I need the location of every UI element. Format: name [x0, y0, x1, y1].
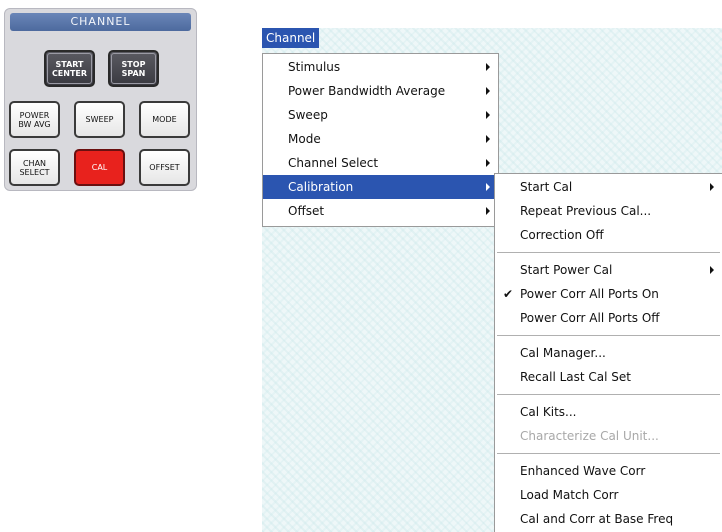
submenu-arrow-icon: [710, 183, 714, 191]
menu-item-label: Power Corr All Ports On: [520, 287, 659, 301]
menu-item-label: Characterize Cal Unit...: [520, 429, 659, 443]
menu-item-label: Offset: [288, 204, 325, 218]
cal-button[interactable]: CAL: [74, 149, 125, 186]
menu-item-characterize-cal-unit: Characterize Cal Unit...: [495, 424, 722, 448]
menu-separator: [497, 394, 720, 395]
menu-item-power-corr-all-ports-off[interactable]: Power Corr All Ports Off: [495, 306, 722, 330]
power-bw-avg-button[interactable]: POWER BW AVG: [9, 101, 60, 138]
mode-button[interactable]: MODE: [139, 101, 190, 138]
menu-item-label: Cal Manager...: [520, 346, 606, 360]
menu-separator: [497, 335, 720, 336]
menu-item-label: Repeat Previous Cal...: [520, 204, 652, 218]
channel-menu: Stimulus Power Bandwidth Average Sweep M…: [262, 53, 499, 227]
menu-item-label: Stimulus: [288, 60, 341, 74]
menu-item-correction-off[interactable]: Correction Off: [495, 223, 722, 247]
panel-title: CHANNEL: [10, 13, 191, 31]
menu-item-offset[interactable]: Offset: [263, 199, 498, 223]
menu-item-label: Cal Kits...: [520, 405, 577, 419]
menu-item-start-cal[interactable]: Start Cal: [495, 175, 722, 199]
menu-item-enhanced-wave-corr[interactable]: Enhanced Wave Corr: [495, 459, 722, 483]
submenu-arrow-icon: [486, 207, 490, 215]
menu-item-power-corr-all-ports-on[interactable]: ✔ Power Corr All Ports On: [495, 282, 722, 306]
menu-item-label: Start Power Cal: [520, 263, 613, 277]
submenu-arrow-icon: [486, 183, 490, 191]
sweep-button[interactable]: SWEEP: [74, 101, 125, 138]
menu-separator: [497, 252, 720, 253]
start-center-button[interactable]: START CENTER: [44, 50, 95, 87]
menu-item-label: Enhanced Wave Corr: [520, 464, 646, 478]
menu-item-start-power-cal[interactable]: Start Power Cal: [495, 258, 722, 282]
submenu-arrow-icon: [486, 111, 490, 119]
menu-item-power-bandwidth-average[interactable]: Power Bandwidth Average: [263, 79, 498, 103]
menu-item-load-match-corr[interactable]: Load Match Corr: [495, 483, 722, 507]
menu-item-calibration[interactable]: Calibration: [263, 175, 498, 199]
offset-button[interactable]: OFFSET: [139, 149, 190, 186]
submenu-arrow-icon: [710, 266, 714, 274]
menu-item-label: Recall Last Cal Set: [520, 370, 632, 384]
menu-item-label: Power Bandwidth Average: [288, 84, 446, 98]
submenu-arrow-icon: [486, 159, 490, 167]
menu-item-label: Correction Off: [520, 228, 604, 242]
menu-separator: [497, 453, 720, 454]
menu-item-label: Power Corr All Ports Off: [520, 311, 660, 325]
menubar-channel[interactable]: Channel: [262, 28, 320, 48]
menu-item-label: Calibration: [288, 180, 354, 194]
checkmark-icon: ✔: [503, 287, 514, 301]
menu-item-cal-manager[interactable]: Cal Manager...: [495, 341, 722, 365]
submenu-arrow-icon: [486, 135, 490, 143]
menu-item-mode[interactable]: Mode: [263, 127, 498, 151]
submenu-arrow-icon: [486, 63, 490, 71]
menu-item-label: Load Match Corr: [520, 488, 619, 502]
menu-item-label: Start Cal: [520, 180, 573, 194]
menu-item-label: Channel Select: [288, 156, 379, 170]
submenu-arrow-icon: [486, 87, 490, 95]
calibration-submenu: Start Cal Repeat Previous Cal... Correct…: [494, 173, 722, 532]
menu-item-label: Mode: [288, 132, 321, 146]
menu-item-label: Sweep: [288, 108, 328, 122]
channel-hardware-panel: CHANNEL START CENTER STOP SPAN POWER BW …: [4, 8, 197, 191]
menu-item-cal-kits[interactable]: Cal Kits...: [495, 400, 722, 424]
stop-span-button[interactable]: STOP SPAN: [108, 50, 159, 87]
menu-item-cal-and-corr-at-base-freq[interactable]: Cal and Corr at Base Freq: [495, 507, 722, 531]
menu-item-channel-select[interactable]: Channel Select: [263, 151, 498, 175]
menu-item-sweep[interactable]: Sweep: [263, 103, 498, 127]
chan-select-button[interactable]: CHAN SELECT: [9, 149, 60, 186]
menu-item-stimulus[interactable]: Stimulus: [263, 55, 498, 79]
menu-item-label: Cal and Corr at Base Freq: [520, 512, 674, 526]
menu-item-recall-last-cal-set[interactable]: Recall Last Cal Set: [495, 365, 722, 389]
menu-item-repeat-previous-cal[interactable]: Repeat Previous Cal...: [495, 199, 722, 223]
